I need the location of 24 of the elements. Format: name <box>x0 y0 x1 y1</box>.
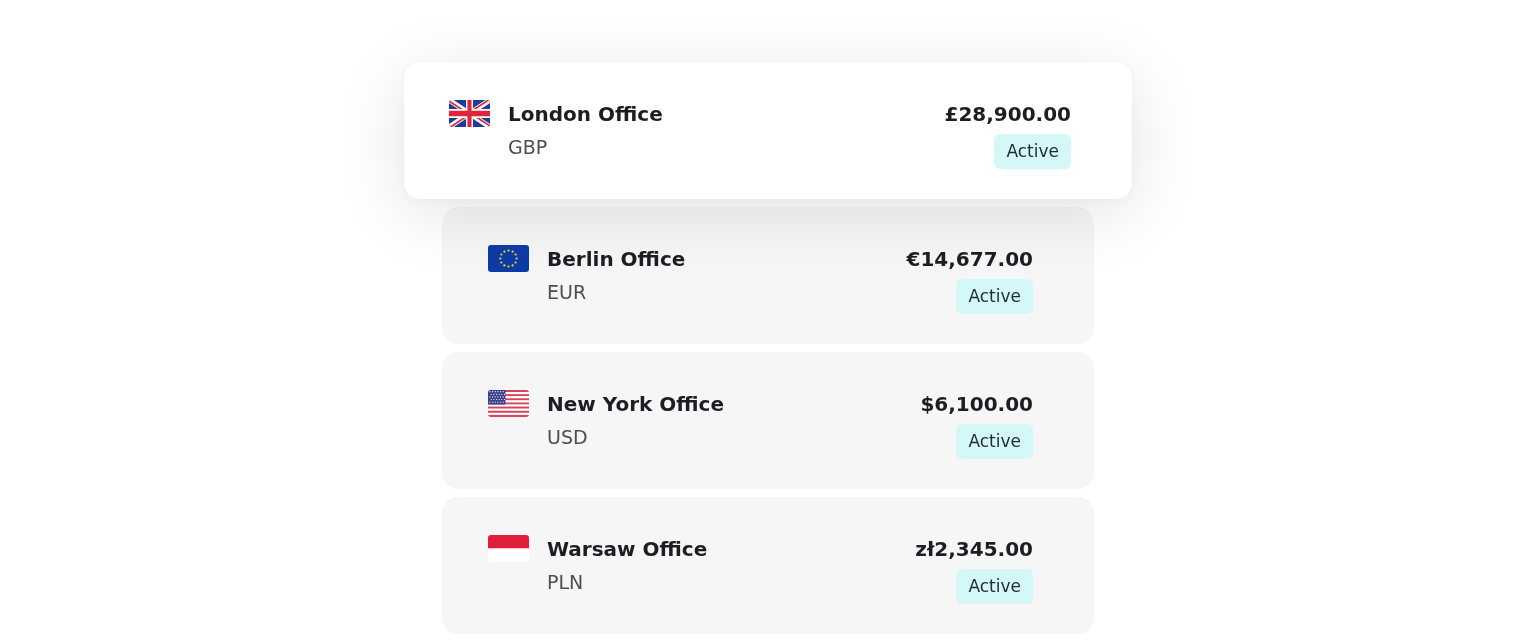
currency-code: USD <box>547 425 589 450</box>
eu-flag-icon <box>488 245 529 272</box>
office-card[interactable]: Warsaw Office PLN zł2,345.00 Active <box>442 497 1094 634</box>
status-badge: Active <box>994 134 1071 169</box>
balance-amount: £28,900.00 <box>944 101 1071 128</box>
office-name: Berlin Office <box>547 246 686 273</box>
office-card[interactable]: London Office GBP £28,900.00 Active <box>404 62 1132 199</box>
balance-amount: $6,100.00 <box>920 391 1033 418</box>
status-badge: Active <box>956 279 1033 314</box>
currency-code: GBP <box>508 135 549 160</box>
office-name: Warsaw Office <box>547 536 708 563</box>
office-card[interactable]: New York Office USD $6,100.00 Active <box>442 352 1094 489</box>
us-flag-icon <box>488 390 529 417</box>
office-card[interactable]: Berlin Office EUR €14,677.00 Active <box>442 207 1094 344</box>
balance-amount: €14,677.00 <box>906 246 1033 273</box>
union-jack-flag-icon <box>449 100 490 127</box>
currency-code: EUR <box>547 280 588 305</box>
office-name: London Office <box>508 101 663 128</box>
office-name: New York Office <box>547 391 724 418</box>
status-badge: Active <box>956 424 1033 459</box>
status-badge: Active <box>956 569 1033 604</box>
two-band-flag-icon <box>488 535 529 562</box>
balance-amount: zł2,345.00 <box>915 536 1033 563</box>
currency-code: PLN <box>547 570 585 595</box>
